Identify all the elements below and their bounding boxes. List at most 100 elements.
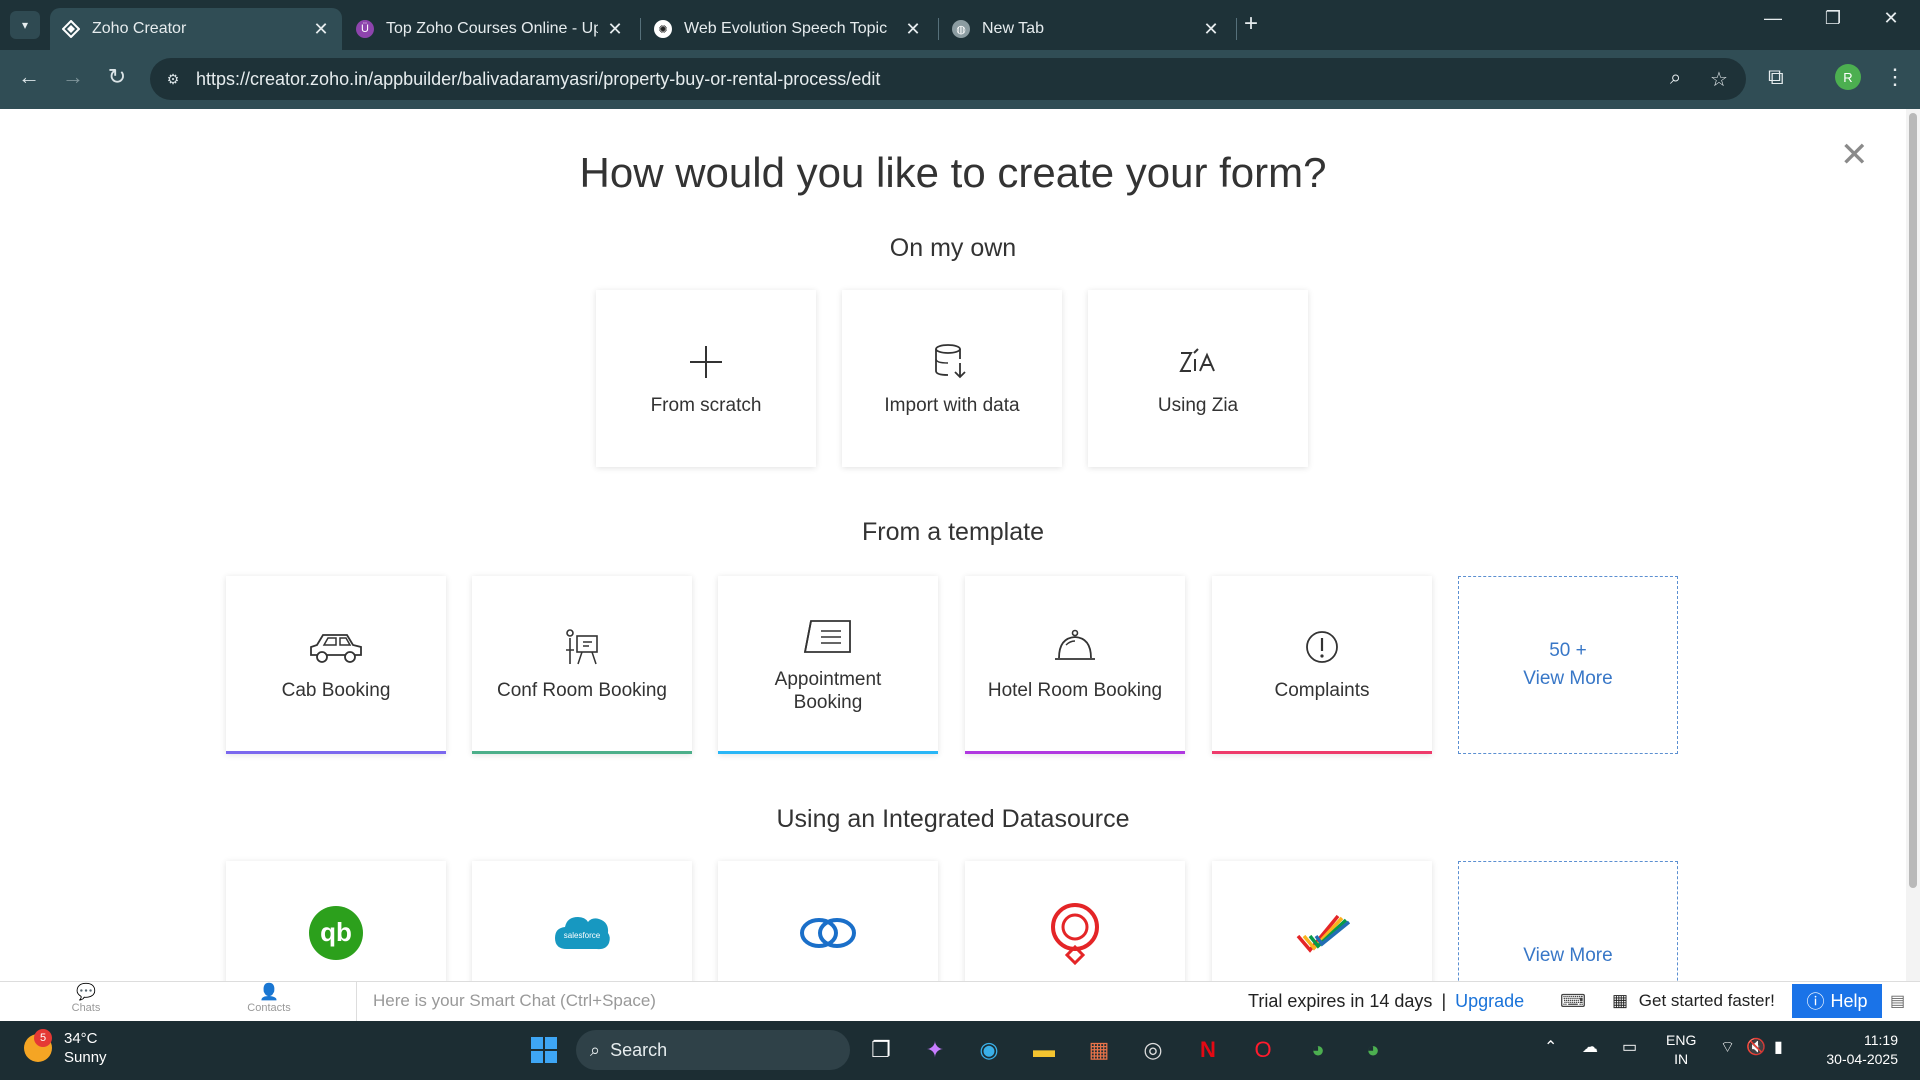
page-scrollbar[interactable] bbox=[1906, 109, 1920, 981]
template-count: 50 + bbox=[1549, 640, 1587, 661]
display-icon[interactable]: ▭ bbox=[1622, 1037, 1637, 1057]
trial-notice: Trial expires in 14 days | Upgrade bbox=[1248, 991, 1524, 1012]
tab-title: Top Zoho Courses Online - Upd bbox=[386, 20, 598, 37]
zoho-projects-card[interactable] bbox=[1212, 861, 1432, 981]
card-label: Complaints bbox=[1274, 680, 1370, 701]
weather-widget[interactable]: 5 34°C Sunny bbox=[24, 1029, 107, 1067]
hotel-room-booking-card[interactable]: Hotel Room Booking bbox=[965, 576, 1185, 754]
card-label: Hotel Room Booking bbox=[987, 680, 1163, 701]
view-more-link[interactable]: View More bbox=[1523, 942, 1612, 970]
dell-icon[interactable]: ◎ bbox=[1136, 1033, 1170, 1067]
back-arrow-icon[interactable]: ← bbox=[14, 64, 44, 90]
card-label: From scratch bbox=[650, 395, 762, 416]
minimize-icon[interactable]: — bbox=[1750, 8, 1796, 29]
tab-zoho-creator[interactable]: Zoho Creator ✕ bbox=[50, 8, 342, 50]
new-tab-plus-icon[interactable]: + bbox=[1244, 10, 1258, 38]
tab-separator bbox=[938, 18, 939, 40]
address-bar[interactable]: ⚙ https://creator.zoho.in/appbuilder/bal… bbox=[150, 58, 1746, 100]
using-zia-card[interactable]: Using Zia bbox=[1088, 290, 1308, 467]
conf-room-booking-card[interactable]: Conf Room Booking bbox=[472, 576, 692, 754]
plus-icon bbox=[688, 340, 724, 384]
get-started-button[interactable]: ▦ Get started faster! bbox=[1612, 991, 1775, 1011]
chrome-icon[interactable]: ◕ bbox=[1301, 1033, 1335, 1067]
window-close-icon[interactable]: ✕ bbox=[1868, 8, 1914, 29]
tab-web-evolution[interactable]: ✺ Web Evolution Speech Topic ✕ bbox=[642, 8, 934, 50]
forward-arrow-icon[interactable]: → bbox=[58, 64, 88, 90]
bookmark-star-icon[interactable]: ☆ bbox=[1710, 67, 1728, 92]
upgrade-link[interactable]: Upgrade bbox=[1455, 991, 1524, 1011]
help-circle-icon: ⓘ bbox=[1806, 992, 1825, 1012]
onedrive-cloud-icon[interactable]: ☁ bbox=[1582, 1037, 1598, 1057]
url-text[interactable]: https://creator.zoho.in/appbuilder/baliv… bbox=[196, 69, 880, 90]
salesforce-icon: salesforce bbox=[551, 911, 613, 955]
own-section-title: On my own bbox=[889, 234, 1017, 262]
complaints-card[interactable]: Complaints bbox=[1212, 576, 1432, 754]
contacts-button[interactable]: 👤 Contacts bbox=[229, 984, 309, 1014]
taskbar-search[interactable]: ⌕ Search bbox=[576, 1030, 850, 1070]
chats-button[interactable]: 💬 Chats bbox=[46, 984, 126, 1014]
lang-line1: ENG bbox=[1666, 1032, 1697, 1048]
zia-icon bbox=[1178, 340, 1218, 384]
profile-avatar[interactable]: R bbox=[1835, 64, 1861, 90]
create-form-dialog: ✕ How would you like to create your form… bbox=[0, 109, 1906, 981]
panel-icon[interactable]: ▤ bbox=[1890, 991, 1905, 1011]
calendar-icon: ▦ bbox=[1612, 991, 1629, 1010]
help-button[interactable]: ⓘ Help bbox=[1792, 984, 1882, 1018]
import-with-data-card[interactable]: Import with data bbox=[842, 290, 1062, 467]
close-tab-icon[interactable]: ✕ bbox=[904, 19, 922, 40]
tray-chevron-up-icon[interactable]: ⌃ bbox=[1544, 1037, 1557, 1057]
view-more-link[interactable]: View More bbox=[1523, 665, 1612, 693]
opera-icon[interactable]: O bbox=[1246, 1033, 1280, 1067]
template-view-more-card[interactable]: 50 + View More bbox=[1458, 576, 1678, 754]
wifi-icon[interactable]: ⌔ bbox=[1720, 1037, 1735, 1057]
tab-zoho-courses[interactable]: Ü Top Zoho Courses Online - Upd ✕ bbox=[344, 8, 636, 50]
close-tab-icon[interactable]: ✕ bbox=[1202, 19, 1220, 40]
zoho-creator-favicon-icon bbox=[62, 20, 80, 38]
appointment-booking-card[interactable]: Appointment Booking bbox=[718, 576, 938, 754]
cab-booking-card[interactable]: Cab Booking bbox=[226, 576, 446, 754]
from-scratch-card[interactable]: From scratch bbox=[596, 290, 816, 467]
close-tab-icon[interactable]: ✕ bbox=[312, 19, 330, 40]
datasource-view-more-card[interactable]: View More bbox=[1458, 861, 1678, 981]
battery-icon[interactable]: ▮ bbox=[1774, 1037, 1783, 1057]
svg-text:salesforce: salesforce bbox=[564, 931, 601, 940]
copilot-icon[interactable]: ✦ bbox=[918, 1033, 952, 1067]
restore-icon[interactable]: ❐ bbox=[1810, 8, 1856, 29]
tab-separator bbox=[640, 18, 641, 40]
system-clock[interactable]: 11:19 30-04-2025 bbox=[1820, 1031, 1898, 1069]
site-info-icon[interactable]: ⚙ bbox=[160, 67, 186, 91]
zoho-crm-card[interactable] bbox=[718, 861, 938, 981]
card-label: Conf Room Booking bbox=[496, 680, 668, 701]
quickbooks-card[interactable]: qb bbox=[226, 861, 446, 981]
smart-chat-input[interactable]: Here is your Smart Chat (Ctrl+Space) bbox=[356, 982, 1236, 1021]
tab-new-tab[interactable]: ◍ New Tab ✕ bbox=[940, 8, 1232, 50]
task-view-icon[interactable]: ❐ bbox=[864, 1033, 898, 1067]
store-icon[interactable]: ▦ bbox=[1082, 1033, 1116, 1067]
browser-chrome: ▾ Zoho Creator ✕ Ü Top Zoho Courses Onli… bbox=[0, 0, 1920, 109]
speaker-muted-icon[interactable]: 🔇 bbox=[1746, 1037, 1766, 1057]
netflix-icon[interactable]: N bbox=[1191, 1033, 1225, 1067]
scrollbar-thumb[interactable] bbox=[1909, 113, 1917, 888]
tab-search-button[interactable]: ▾ bbox=[10, 11, 40, 39]
lang-line2: IN bbox=[1674, 1051, 1689, 1067]
udemy-favicon-icon: Ü bbox=[356, 20, 374, 38]
more-menu-icon[interactable]: ⋮ bbox=[1884, 64, 1906, 90]
zoho-recruit-icon bbox=[1047, 903, 1103, 965]
language-indicator[interactable]: ENG IN bbox=[1666, 1031, 1696, 1069]
extensions-puzzle-icon[interactable]: ⧉ bbox=[1768, 64, 1784, 90]
tab-strip: ▾ Zoho Creator ✕ Ü Top Zoho Courses Onli… bbox=[0, 0, 1920, 50]
chevron-down-icon: ▾ bbox=[21, 18, 29, 32]
zoho-recruit-card[interactable] bbox=[965, 861, 1185, 981]
search-label: Search bbox=[610, 1039, 668, 1060]
windows-start-icon[interactable] bbox=[527, 1033, 561, 1067]
close-tab-icon[interactable]: ✕ bbox=[606, 19, 624, 40]
chrome-profile-icon[interactable]: ◕ bbox=[1356, 1033, 1390, 1067]
edge-icon[interactable]: ◉ bbox=[972, 1033, 1006, 1067]
zoom-icon[interactable]: ⌕ bbox=[1670, 67, 1681, 90]
keyboard-icon[interactable]: ⌨ bbox=[1560, 991, 1586, 1012]
salesforce-card[interactable]: salesforce bbox=[472, 861, 692, 981]
page-title: How would you like to create your form? bbox=[579, 149, 1327, 196]
file-explorer-icon[interactable]: ▬ bbox=[1027, 1033, 1061, 1067]
reload-icon[interactable]: ↻ bbox=[102, 64, 132, 90]
zoho-bottom-bar: 💬 Chats 👤 Contacts Here is your Smart Ch… bbox=[0, 981, 1920, 1021]
